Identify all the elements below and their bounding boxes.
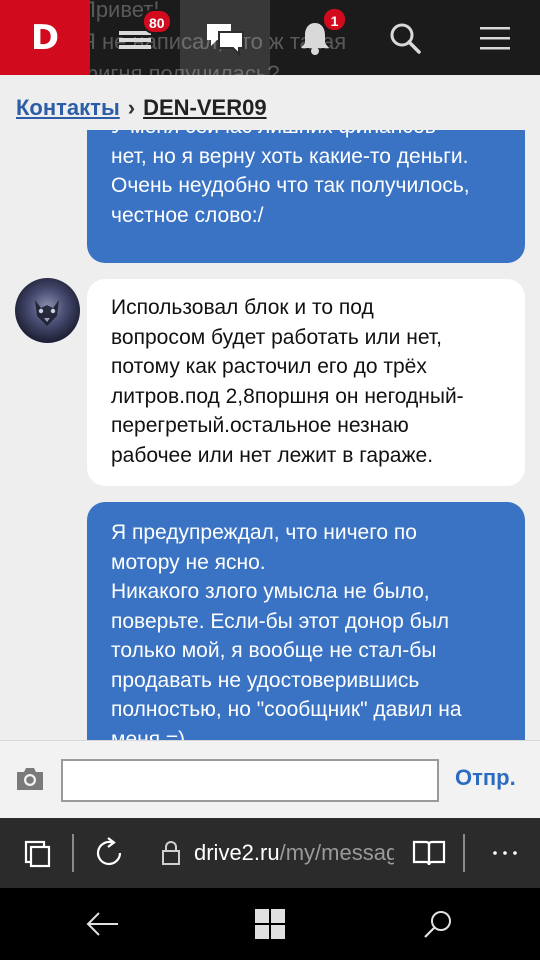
message-line: продавать не удостоверившись — [111, 668, 420, 692]
windows-logo-icon — [255, 909, 285, 939]
reading-view-button[interactable] — [408, 818, 450, 888]
chat-bubbles-icon — [207, 23, 244, 56]
search-nav-button[interactable] — [388, 888, 488, 960]
address-bar[interactable]: drive2.ru/my/messag — [194, 818, 394, 888]
message-input[interactable] — [61, 759, 439, 802]
message-line: мотору не ясно. — [111, 550, 266, 574]
notifications-button[interactable]: 1 — [270, 0, 360, 75]
contact-avatar[interactable] — [15, 278, 80, 343]
secure-lock — [156, 818, 186, 888]
start-button[interactable] — [220, 888, 320, 960]
messages-button[interactable] — [180, 0, 270, 75]
message-line: рабочее или нет лежит в гараже. — [111, 443, 434, 467]
message-line: потому как расточил его до трёх — [111, 355, 427, 378]
search-icon — [424, 911, 451, 938]
message-line: вопросом будет работать или нет, — [111, 325, 442, 349]
message-line: нет, но я верну хоть какие-то деньги. — [111, 144, 469, 168]
lock-icon — [162, 841, 180, 865]
browser-toolbar: drive2.ru/my/messag — [0, 818, 540, 888]
message-line: Очень неудобно что так получилось, — [111, 174, 470, 197]
drive2-logo[interactable]: D — [0, 0, 90, 75]
tabs-icon — [24, 840, 51, 868]
url-path: /my/messag — [279, 840, 394, 865]
lion-avatar-icon — [35, 300, 59, 326]
system-nav-bar — [0, 888, 540, 960]
message-line: перегретый.остальное незнаю — [111, 414, 409, 437]
message-line: меня =) — [111, 727, 186, 741]
message-line: честное слово:/ — [111, 203, 264, 227]
toolbar-divider — [463, 834, 465, 872]
breadcrumb: Контакты › DEN-VER09 — [16, 88, 267, 128]
more-dots-icon — [493, 851, 517, 855]
incoming-message: Использовал блок и то под вопросом будет… — [87, 279, 525, 486]
search-icon — [390, 23, 421, 54]
feed-button[interactable]: 80 — [90, 0, 180, 75]
outgoing-message: У меня сейчас лишних финансов нет, но я … — [87, 130, 525, 263]
message-line: литров.под 2,8поршня он негодный- — [111, 384, 464, 408]
toolbar-divider — [72, 834, 74, 872]
message-line: Никакого злого умысла не было, — [111, 580, 430, 603]
message-thread[interactable]: У меня сейчас лишних финансов нет, но я … — [0, 130, 540, 740]
message-composer: Отпр. — [0, 740, 540, 818]
attach-photo-button[interactable] — [14, 765, 46, 793]
breadcrumb-separator: › — [127, 95, 136, 120]
breadcrumb-contacts-link[interactable]: Контакты — [16, 95, 120, 121]
notifications-badge: 1 — [322, 7, 347, 32]
message-line: поверьте. Если-бы этот донор был — [111, 609, 449, 633]
message-line: У меня сейчас лишних финансов — [111, 130, 501, 142]
message-line: только мой, я вообще не стал-бы — [111, 639, 437, 662]
hamburger-menu-icon — [480, 26, 510, 49]
book-icon — [412, 840, 446, 866]
site-header: Привет! Я не написал, что ж такая фигня … — [0, 0, 540, 75]
send-button[interactable]: Отпр. — [455, 765, 516, 791]
message-line: Я предупреждал, что ничего по — [111, 521, 417, 544]
camera-icon — [17, 768, 43, 790]
more-options-button[interactable] — [484, 818, 526, 888]
message-line: Использовал блок и то под — [111, 296, 374, 319]
search-button[interactable] — [360, 0, 450, 75]
breadcrumb-contact-name[interactable]: DEN-VER09 — [143, 95, 266, 121]
menu-button[interactable] — [450, 0, 540, 75]
back-button[interactable] — [52, 888, 152, 960]
feed-badge: 80 — [142, 9, 172, 34]
tabs-button[interactable] — [16, 818, 58, 888]
back-arrow-icon — [86, 912, 118, 936]
message-line: полностью, но "сообщник" давил на — [111, 698, 462, 721]
outgoing-message: Я предупреждал, что ничего по мотору не … — [87, 502, 525, 740]
refresh-icon — [96, 837, 122, 866]
url-domain: drive2.ru — [194, 840, 280, 865]
refresh-button[interactable] — [88, 818, 130, 888]
